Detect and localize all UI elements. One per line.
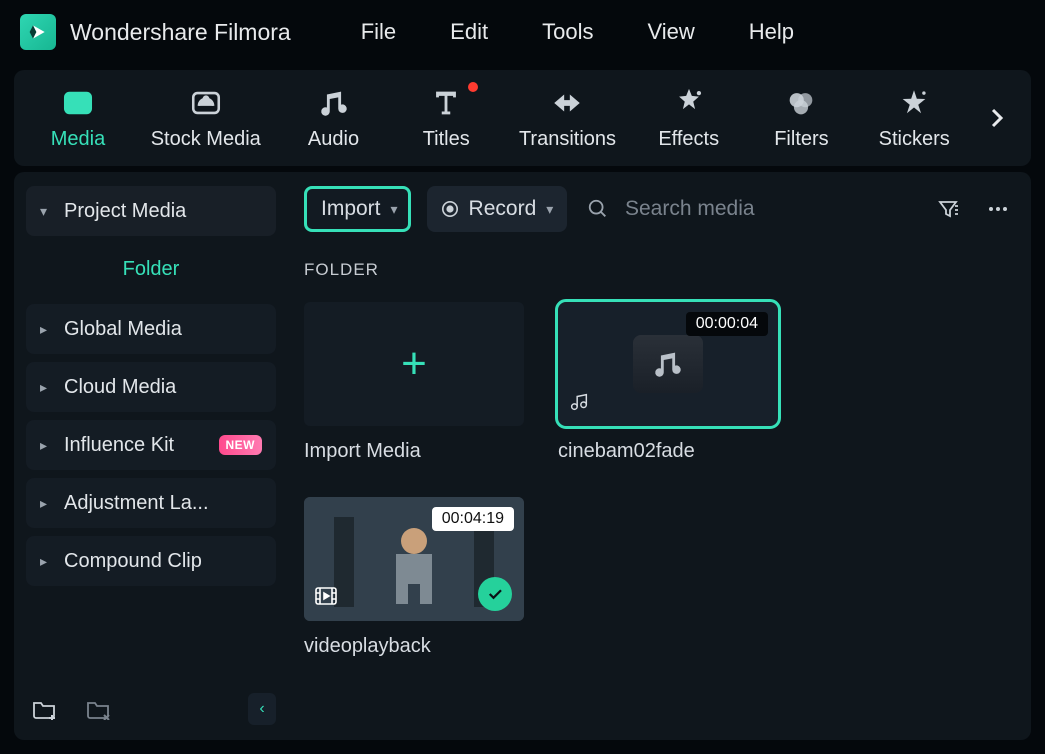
sidebar-global-media[interactable]: ▸ Global Media	[26, 304, 276, 354]
titles-notification-dot	[468, 82, 478, 92]
tab-stock-media[interactable]: Stock Media	[151, 86, 261, 151]
music-note-icon	[651, 347, 685, 381]
category-tabs: Media Stock Media Audio Titles Transitio…	[14, 70, 1031, 166]
menu-tools[interactable]: Tools	[542, 19, 593, 45]
search-input[interactable]	[625, 197, 915, 221]
media-icon	[61, 86, 95, 120]
sidebar-cloud-media[interactable]: ▸ Cloud Media	[26, 362, 276, 412]
tabs-scroll-right[interactable]	[987, 100, 1007, 136]
titles-icon	[429, 86, 463, 120]
audio-type-icon	[568, 391, 590, 418]
chevron-down-icon: ▾	[546, 201, 553, 218]
section-title: FOLDER	[304, 260, 1015, 280]
menu-view[interactable]: View	[647, 19, 694, 45]
tab-filters[interactable]: Filters	[761, 86, 841, 151]
folder-plus-icon	[32, 698, 58, 720]
chevron-down-icon: ▾	[391, 201, 398, 218]
chevron-right-icon	[990, 106, 1004, 130]
transitions-icon	[550, 86, 584, 120]
search-icon	[583, 192, 613, 226]
chevron-right-icon: ▸	[40, 437, 52, 454]
menu-help[interactable]: Help	[749, 19, 794, 45]
import-media-tile[interactable]: + Import Media	[304, 302, 524, 463]
stock-media-icon	[189, 86, 223, 120]
tab-effects[interactable]: Effects	[649, 86, 729, 151]
filter-icon	[936, 197, 960, 221]
filter-button[interactable]	[931, 192, 965, 226]
record-icon	[441, 200, 459, 218]
video-type-icon	[314, 586, 338, 611]
tab-media[interactable]: Media	[38, 86, 118, 151]
check-icon	[486, 585, 504, 603]
clip-duration: 00:00:04	[686, 312, 768, 336]
tab-titles[interactable]: Titles	[406, 86, 486, 151]
new-folder-button[interactable]	[26, 690, 64, 728]
media-item-audio[interactable]: 00:00:04 cinebam02fade	[558, 302, 778, 463]
record-dropdown[interactable]: Record ▾	[427, 186, 568, 232]
media-panel: Import ▾ Record ▾ FOLDER	[288, 172, 1031, 740]
chevron-right-icon: ▸	[40, 553, 52, 570]
tab-transitions[interactable]: Transitions	[519, 86, 616, 151]
media-item-name: videoplayback	[304, 635, 524, 658]
more-options-button[interactable]	[981, 192, 1015, 226]
used-in-timeline-badge	[478, 577, 512, 611]
sidebar-folder-active[interactable]: Folder	[26, 244, 276, 294]
effects-icon	[672, 86, 706, 120]
new-badge: NEW	[219, 435, 263, 455]
sidebar-compound-clip[interactable]: ▸ Compound Clip	[26, 536, 276, 586]
menu-file[interactable]: File	[361, 19, 396, 45]
menu-edit[interactable]: Edit	[450, 19, 488, 45]
delete-folder-button[interactable]	[80, 690, 118, 728]
plus-icon: +	[401, 339, 427, 389]
filters-icon	[784, 86, 818, 120]
app-title: Wondershare Filmora	[70, 19, 291, 46]
sidebar-influence-kit[interactable]: ▸ Influence Kit NEW	[26, 420, 276, 470]
audio-icon	[317, 86, 351, 120]
chevron-left-icon: ‹	[259, 700, 264, 718]
media-item-video[interactable]: 00:04:19	[304, 497, 524, 658]
app-logo	[20, 14, 56, 50]
media-item-name: cinebam02fade	[558, 440, 778, 463]
chevron-right-icon: ▸	[40, 379, 52, 396]
tab-audio[interactable]: Audio	[294, 86, 374, 151]
import-tile-label: Import Media	[304, 440, 524, 463]
collapse-sidebar-button[interactable]: ‹	[248, 693, 276, 725]
chevron-right-icon: ▸	[40, 495, 52, 512]
sidebar-project-media[interactable]: ▾ Project Media	[26, 186, 276, 236]
filmora-logo-icon	[28, 22, 48, 42]
sidebar: ▾ Project Media Folder ▸ Global Media ▸ …	[14, 172, 288, 740]
clip-duration: 00:04:19	[432, 507, 514, 531]
chevron-down-icon: ▾	[40, 203, 52, 220]
folder-remove-icon	[86, 698, 112, 720]
tab-stickers[interactable]: Stickers	[874, 86, 954, 151]
audio-thumbnail	[633, 335, 703, 393]
stickers-icon	[897, 86, 931, 120]
chevron-right-icon: ▸	[40, 321, 52, 338]
sidebar-adjustment-layer[interactable]: ▸ Adjustment La...	[26, 478, 276, 528]
import-dropdown[interactable]: Import ▾	[304, 186, 411, 232]
ellipsis-icon	[986, 197, 1010, 221]
